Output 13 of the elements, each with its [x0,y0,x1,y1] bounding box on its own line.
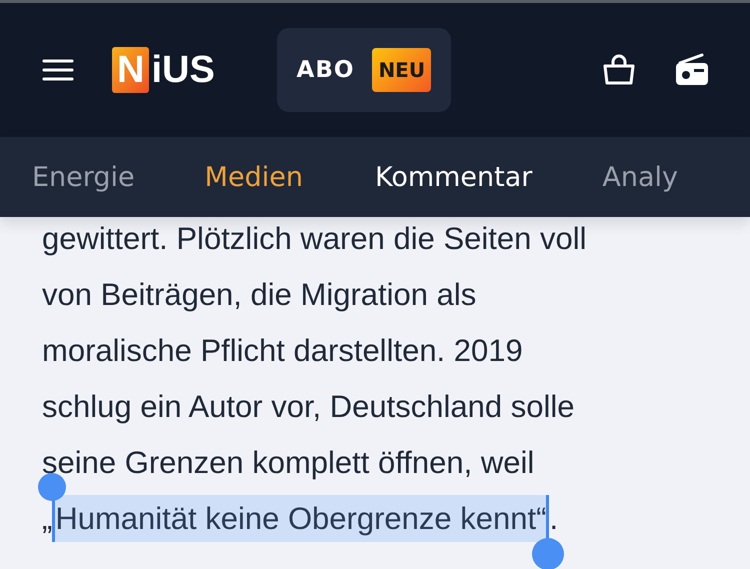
category-tab[interactable]: Energie [32,162,135,192]
category-tab[interactable]: Medien [204,162,303,192]
article-paragraph: gewittert. Plötzlich waren die Seiten voll von Beiträgen, die Migration als moralische Pflicht darstellten. 2019 schlug ein Autor vor, Deutschland solle seine Grenzen komplett öffnen, weil „Humanität keine Obergrenze kennt“. [42,211,750,547]
logo[interactable]: N iUS [112,47,215,93]
new-badge: NEU [372,48,432,92]
selection-handle[interactable] [532,538,564,569]
category-tab[interactable]: Analy [602,162,678,192]
shopping-bag-icon[interactable] [602,54,636,86]
menu-icon[interactable] [42,58,74,82]
selection-handle[interactable] [38,473,66,501]
radio-icon[interactable] [674,53,710,87]
subscription-button[interactable]: ABO NEU [276,28,451,112]
category-tab[interactable]: Kommentar [374,162,532,192]
